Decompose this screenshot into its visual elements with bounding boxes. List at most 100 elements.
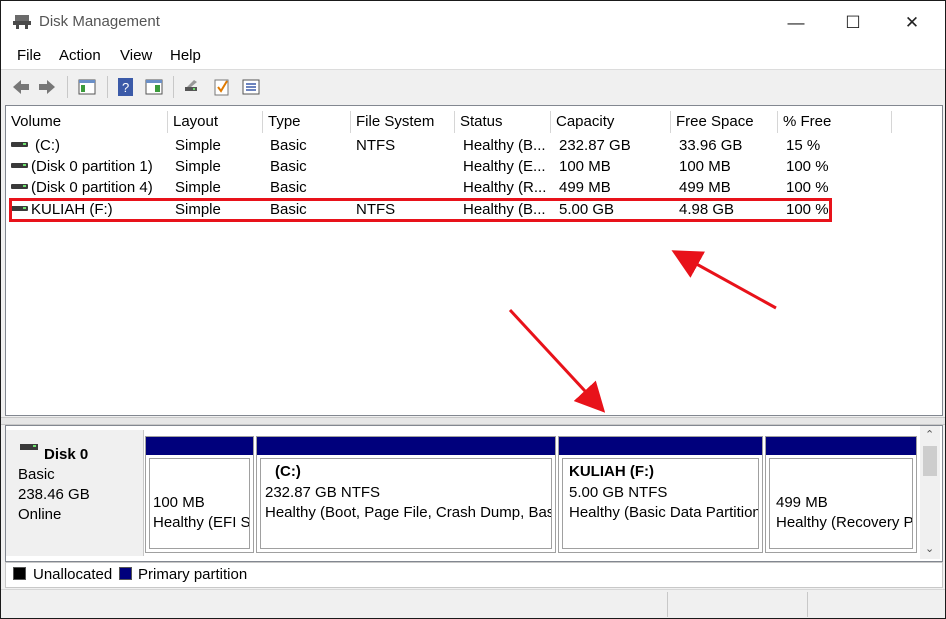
disk-size: 238.46 GB xyxy=(18,486,90,503)
partition-recovery[interactable]: 499 MB Healthy (Recovery P xyxy=(765,436,917,553)
disk-0-label[interactable]: Disk 0 Basic 238.46 GB Online xyxy=(6,430,144,556)
volume-capacity: 499 MB xyxy=(559,179,611,196)
partition-c[interactable]: (C:) 232.87 GB NTFS Healthy (Boot, Page … xyxy=(256,436,556,553)
rescan-disks-icon[interactable] xyxy=(182,77,202,97)
legend: Unallocated Primary partition xyxy=(5,562,943,588)
highlight-box xyxy=(9,198,832,222)
volume-percent-free: 100 % xyxy=(786,158,829,175)
toolbar-separator xyxy=(107,76,108,98)
menu-help[interactable]: Help xyxy=(170,47,201,64)
partition-kuliah[interactable]: KULIAH (F:) 5.00 GB NTFS Healthy (Basic … xyxy=(558,436,763,553)
forward-icon[interactable] xyxy=(37,77,57,97)
maximize-button[interactable]: ☐ xyxy=(830,9,876,37)
scroll-down-icon[interactable]: ⌄ xyxy=(925,542,934,555)
menu-action[interactable]: Action xyxy=(59,47,101,64)
toolbar-separator xyxy=(173,76,174,98)
partition-body: KULIAH (F:) 5.00 GB NTFS Healthy (Basic … xyxy=(562,458,759,549)
partition-size: 232.87 GB NTFS xyxy=(265,484,381,501)
volume-list: Volume Layout Type File System Status Ca… xyxy=(5,105,943,416)
partition-status: Healthy (Boot, Page File, Crash Dump, Ba… xyxy=(265,504,552,521)
menu-view[interactable]: View xyxy=(120,47,152,64)
partition-size: 100 MB xyxy=(153,494,205,511)
console-tree-icon[interactable] xyxy=(77,77,97,97)
partition-efi[interactable]: 100 MB Healthy (EFI S xyxy=(145,436,254,553)
volume-free-space: 100 MB xyxy=(679,158,731,175)
primary-partition-header xyxy=(257,437,555,455)
primary-partition-header xyxy=(559,437,762,455)
legend-unallocated: Unallocated xyxy=(33,566,113,583)
column-percent-free[interactable]: % Free xyxy=(778,111,892,133)
volume-capacity: 232.87 GB xyxy=(559,137,631,154)
status-divider xyxy=(807,592,808,617)
partition-status: Healthy (Basic Data Partition xyxy=(569,504,759,521)
column-capacity[interactable]: Capacity xyxy=(551,111,671,133)
volume-row[interactable]: (C:) Simple Basic NTFS Healthy (B... 232… xyxy=(6,135,942,156)
volume-layout: Simple xyxy=(175,137,221,154)
menu-bar: File Action View Help xyxy=(1,41,945,69)
volume-type: Basic xyxy=(270,158,307,175)
disk-map-scrollbar[interactable]: ⌃ ⌄ xyxy=(920,426,940,559)
unallocated-swatch xyxy=(13,567,26,580)
volume-name: (Disk 0 partition 1) xyxy=(31,158,153,175)
volume-layout: Simple xyxy=(175,158,221,175)
partition-label: KULIAH (F:) xyxy=(569,463,654,480)
volume-status: Healthy (E... xyxy=(463,158,546,175)
column-free-space[interactable]: Free Space xyxy=(671,111,778,133)
column-volume[interactable]: Volume xyxy=(6,111,168,133)
partition-body: 499 MB Healthy (Recovery P xyxy=(769,458,913,549)
primary-partition-swatch xyxy=(119,567,132,580)
volume-percent-free: 15 % xyxy=(786,137,821,154)
minimize-button[interactable]: — xyxy=(773,9,819,37)
volume-type: Basic xyxy=(270,137,307,154)
help-icon[interactable]: ? xyxy=(116,77,136,97)
column-type[interactable]: Type xyxy=(263,111,351,133)
menu-file[interactable]: File xyxy=(17,47,41,64)
legend-primary-partition: Primary partition xyxy=(138,566,248,583)
properties-pane-icon[interactable] xyxy=(144,77,164,97)
window-title: Disk Management xyxy=(39,13,160,30)
volume-row[interactable]: (Disk 0 partition 4) Simple Basic Health… xyxy=(6,177,942,198)
partition-status: Healthy (EFI S xyxy=(153,514,250,531)
disk-name: Disk 0 xyxy=(44,446,89,463)
pane-splitter[interactable] xyxy=(1,417,945,425)
volume-name: (Disk 0 partition 4) xyxy=(31,179,153,196)
settings-list-icon[interactable] xyxy=(241,77,261,97)
volume-status: Healthy (R... xyxy=(463,179,547,196)
scroll-up-icon[interactable]: ⌃ xyxy=(925,428,934,441)
volume-name: (C:) xyxy=(35,137,60,154)
volume-row[interactable]: (Disk 0 partition 1) Simple Basic Health… xyxy=(6,156,942,177)
disk-state: Online xyxy=(18,506,62,523)
partition-label: (C:) xyxy=(275,463,301,480)
disk-type: Basic xyxy=(18,466,55,483)
column-status[interactable]: Status xyxy=(455,111,551,133)
check-icon[interactable] xyxy=(212,77,232,97)
volume-file-system: NTFS xyxy=(356,137,396,154)
partition-body: (C:) 232.87 GB NTFS Healthy (Boot, Page … xyxy=(260,458,552,549)
title-bar: Disk Management — ☐ ✕ xyxy=(1,1,945,41)
status-divider xyxy=(667,592,668,617)
partition-size: 499 MB xyxy=(776,494,828,511)
back-icon[interactable] xyxy=(11,77,31,97)
volume-layout: Simple xyxy=(175,179,221,196)
svg-text:?: ? xyxy=(122,80,129,95)
scroll-thumb[interactable] xyxy=(923,446,937,476)
toolbar: ? xyxy=(1,69,945,104)
volume-list-header: Volume Layout Type File System Status Ca… xyxy=(6,111,942,133)
column-file-system[interactable]: File System xyxy=(351,111,455,133)
partition-status: Healthy (Recovery P xyxy=(776,514,913,531)
primary-partition-header xyxy=(766,437,916,455)
drive-icon xyxy=(11,142,28,147)
volume-capacity: 100 MB xyxy=(559,158,611,175)
disk-icon xyxy=(20,444,38,450)
disk-management-app-icon xyxy=(13,15,31,29)
volume-free-space: 499 MB xyxy=(679,179,731,196)
close-button[interactable]: ✕ xyxy=(889,9,935,37)
toolbar-separator xyxy=(67,76,68,98)
partition-size: 5.00 GB NTFS xyxy=(569,484,668,501)
status-bar xyxy=(1,589,945,618)
partition-body: 100 MB Healthy (EFI S xyxy=(149,458,250,549)
disk-management-window: Disk Management — ☐ ✕ File Action View H… xyxy=(0,0,946,619)
drive-icon xyxy=(11,163,28,168)
drive-icon xyxy=(11,184,28,189)
column-layout[interactable]: Layout xyxy=(168,111,263,133)
